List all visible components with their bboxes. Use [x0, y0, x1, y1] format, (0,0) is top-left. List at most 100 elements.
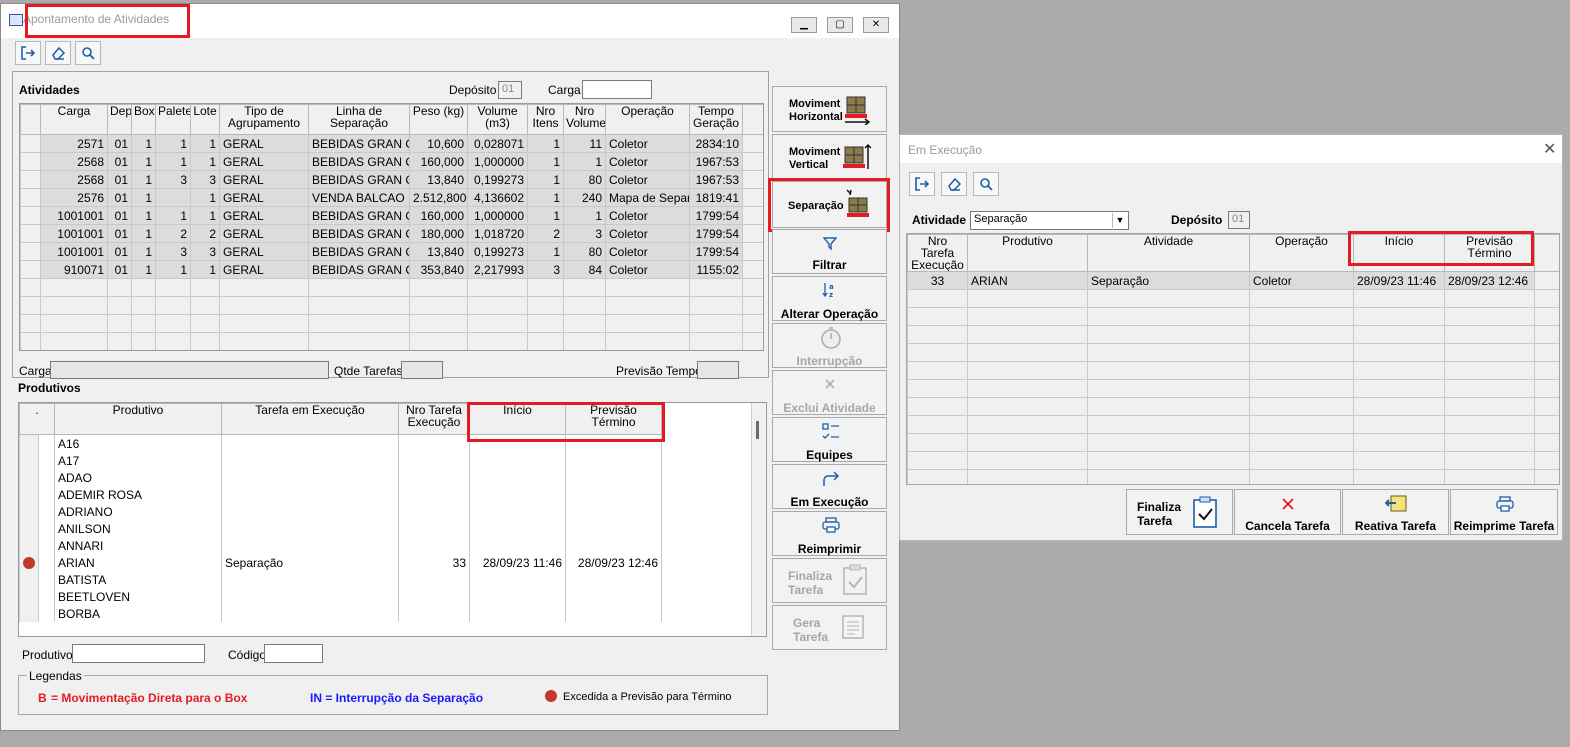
table-cell[interactable]: [967, 361, 1088, 380]
gera-tarefa-button[interactable]: Gera Tarefa: [772, 605, 887, 650]
table-cell[interactable]: 1: [190, 134, 220, 153]
table-cell[interactable]: [1249, 325, 1354, 344]
table-cell[interactable]: [907, 397, 968, 416]
separacao-button[interactable]: Separação: [772, 181, 887, 228]
table-cell[interactable]: [1249, 397, 1354, 416]
table-cell[interactable]: GERAL: [219, 170, 309, 189]
nro-tarefa-cell[interactable]: [398, 520, 470, 537]
previsao-cell[interactable]: [565, 520, 662, 537]
table-cell[interactable]: [907, 325, 968, 344]
tarefa-cell[interactable]: [221, 469, 399, 486]
table-cell[interactable]: [1444, 289, 1535, 308]
table-cell[interactable]: [155, 296, 191, 315]
row-indicator[interactable]: [19, 554, 39, 571]
exit-button[interactable]: [15, 41, 41, 65]
table-row[interactable]: 100100101122GERALBEBIDAS GRAN CL180,0001…: [20, 224, 763, 243]
table-cell[interactable]: [190, 278, 220, 297]
table-cell[interactable]: 10,600: [409, 134, 468, 153]
table-row[interactable]: [907, 397, 1559, 416]
table-cell[interactable]: 28/09/23 11:46: [1353, 271, 1445, 290]
table-cell[interactable]: ARIAN: [967, 271, 1088, 290]
table-cell[interactable]: 1: [131, 170, 156, 189]
atividades-col-header[interactable]: Lote: [190, 104, 220, 135]
table-cell[interactable]: Coletor: [605, 242, 690, 261]
table-cell[interactable]: [967, 469, 1088, 484]
table-cell[interactable]: [1249, 379, 1354, 398]
table-cell[interactable]: [131, 314, 156, 333]
table-cell[interactable]: 2568: [40, 170, 108, 189]
table-cell[interactable]: [907, 307, 968, 326]
table-cell[interactable]: 1155:02: [689, 260, 743, 279]
table-cell[interactable]: [131, 278, 156, 297]
atividades-col-header[interactable]: Tempo Geração: [689, 104, 743, 135]
table-cell[interactable]: 1: [131, 242, 156, 261]
exec-search-button[interactable]: [973, 172, 999, 196]
table-cell[interactable]: 1: [563, 206, 606, 225]
table-cell[interactable]: [409, 278, 468, 297]
table-cell[interactable]: Mapa de Separa: [605, 188, 690, 207]
table-cell[interactable]: [967, 451, 1088, 470]
table-cell[interactable]: 3: [527, 260, 564, 279]
produtivo-filter-input[interactable]: [72, 644, 205, 663]
table-cell[interactable]: 1: [131, 206, 156, 225]
table-cell[interactable]: [907, 451, 968, 470]
produtivo-name[interactable]: BEETLOVEN: [54, 588, 222, 605]
table-cell[interactable]: [907, 343, 968, 362]
table-cell[interactable]: [527, 314, 564, 333]
table-cell[interactable]: 01: [107, 134, 132, 153]
table-row[interactable]: [907, 433, 1559, 452]
nro-tarefa-cell[interactable]: [398, 588, 470, 605]
table-cell[interactable]: [1087, 397, 1250, 416]
exec-col-header[interactable]: Atividade: [1087, 234, 1250, 272]
table-cell[interactable]: 1001001: [40, 242, 108, 261]
table-cell[interactable]: [1444, 415, 1535, 434]
table-cell[interactable]: [527, 332, 564, 350]
exec-col-header[interactable]: Operação: [1249, 234, 1354, 272]
row-indicator[interactable]: [19, 452, 39, 469]
reimprimir-button[interactable]: Reimprimir: [772, 511, 887, 556]
table-cell[interactable]: [689, 332, 743, 350]
table-cell[interactable]: 80: [563, 170, 606, 189]
produtivo-name[interactable]: A17: [54, 452, 222, 469]
table-cell[interactable]: GERAL: [219, 206, 309, 225]
table-cell[interactable]: [409, 332, 468, 350]
nro-tarefa-cell[interactable]: [398, 571, 470, 588]
table-cell[interactable]: [1353, 289, 1445, 308]
exec-atividade-select[interactable]: Separação ▼: [970, 211, 1129, 230]
tarefa-cell[interactable]: [221, 588, 399, 605]
table-cell[interactable]: 0,199273: [467, 242, 528, 261]
table-cell[interactable]: 1967:53: [689, 152, 743, 171]
table-cell[interactable]: [1353, 343, 1445, 362]
list-item[interactable]: ADEMIR ROSA: [19, 486, 753, 503]
table-cell[interactable]: 910071: [40, 260, 108, 279]
exec-reimprime-button[interactable]: Reimprime Tarefa: [1450, 489, 1558, 535]
table-cell[interactable]: 1: [563, 152, 606, 171]
table-cell[interactable]: 3: [155, 242, 191, 261]
previsao-cell[interactable]: [565, 605, 662, 622]
table-row[interactable]: [907, 361, 1559, 380]
table-cell[interactable]: [1249, 289, 1354, 308]
table-cell[interactable]: 353,840: [409, 260, 468, 279]
table-cell[interactable]: 1799:54: [689, 224, 743, 243]
table-cell[interactable]: [467, 332, 528, 350]
table-cell[interactable]: 1,000000: [467, 206, 528, 225]
inicio-cell[interactable]: [469, 434, 566, 452]
table-cell[interactable]: [219, 296, 309, 315]
table-cell[interactable]: Coletor: [605, 224, 690, 243]
row-indicator[interactable]: [20, 134, 41, 153]
table-cell[interactable]: 1: [155, 134, 191, 153]
produtivo-name[interactable]: ANILSON: [54, 520, 222, 537]
table-row[interactable]: [907, 307, 1559, 326]
exec-col-header[interactable]: Início: [1353, 234, 1445, 272]
table-cell[interactable]: [131, 332, 156, 350]
table-cell[interactable]: [1249, 469, 1354, 484]
table-cell[interactable]: GERAL: [219, 152, 309, 171]
table-cell[interactable]: 2: [527, 224, 564, 243]
nro-tarefa-cell[interactable]: [398, 537, 470, 554]
table-cell[interactable]: [155, 188, 191, 207]
atividades-col-header[interactable]: Dep: [107, 104, 132, 135]
table-cell[interactable]: BEBIDAS GRAN CL: [308, 134, 410, 153]
table-cell[interactable]: 2568: [40, 152, 108, 171]
table-cell[interactable]: BEBIDAS GRAN CL: [308, 242, 410, 261]
table-cell[interactable]: [467, 278, 528, 297]
